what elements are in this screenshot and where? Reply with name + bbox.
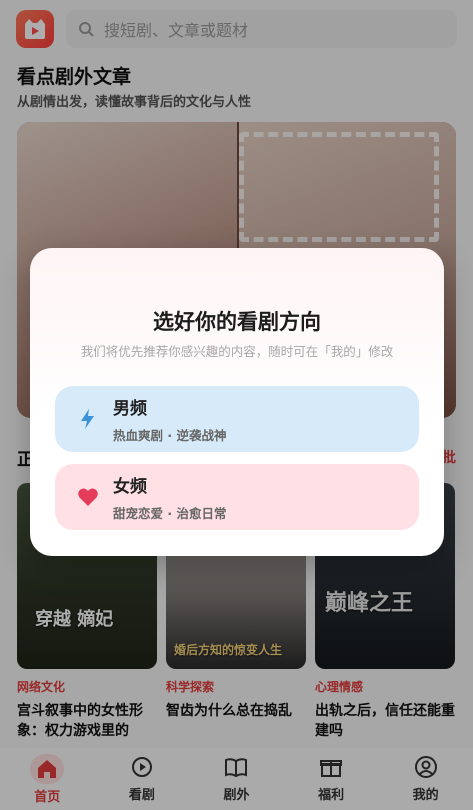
modal-title: 选好你的看剧方向 — [153, 310, 321, 334]
modal-description: 我们将优先推荐你感兴趣的内容，随时可在「我的」修改 — [80, 344, 394, 359]
heart-icon — [78, 488, 98, 506]
male-channel-option[interactable]: 男频 热血爽剧 · 逆袭战神 — [55, 386, 419, 452]
lightning-icon — [81, 409, 94, 429]
female-channel-option[interactable]: 女频 甜宠恋爱 · 治愈日常 — [55, 464, 419, 530]
option-subtitle: 甜宠恋爱 · 治愈日常 — [113, 506, 227, 521]
option-subtitle: 热血爽剧 · 逆袭战神 — [113, 428, 227, 443]
option-title: 男频 — [113, 399, 147, 419]
preference-modal: 选好你的看剧方向 我们将优先推荐你感兴趣的内容，随时可在「我的」修改 男频 热血… — [30, 248, 444, 556]
option-title: 女频 — [113, 477, 147, 497]
